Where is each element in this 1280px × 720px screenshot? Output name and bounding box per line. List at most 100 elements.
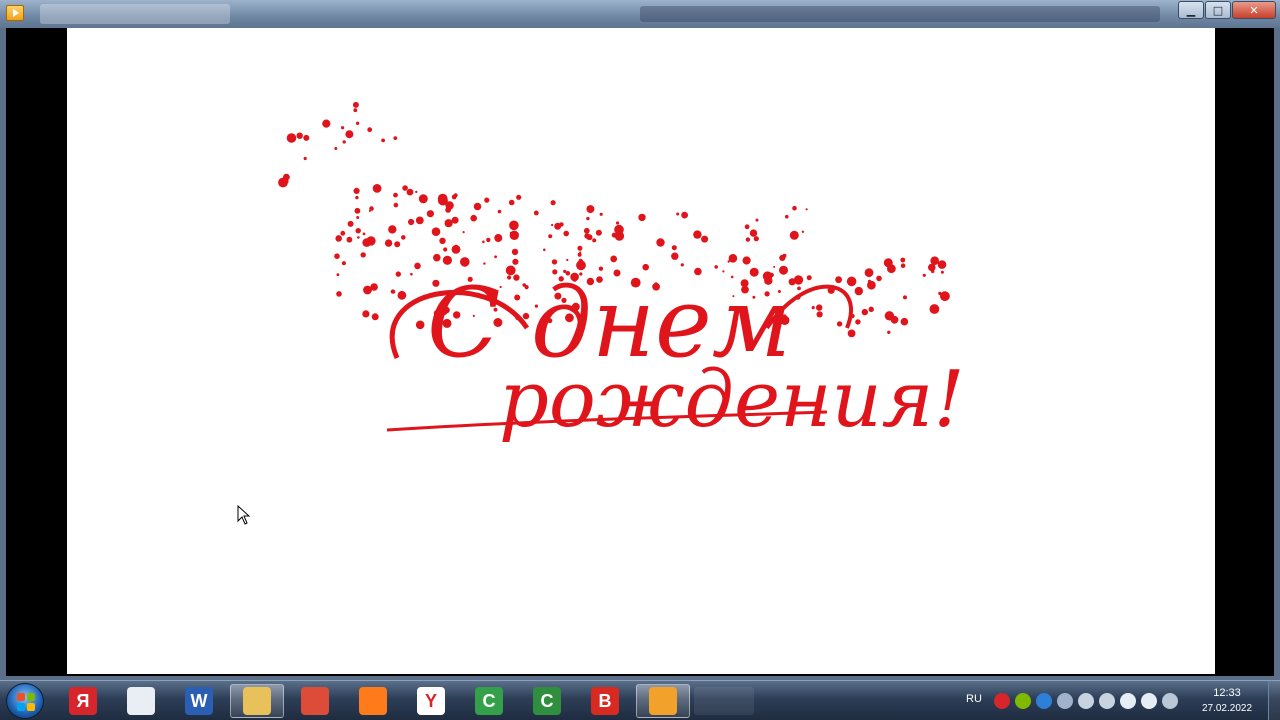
- splatter-dot: [367, 127, 373, 133]
- splatter-dot: [353, 108, 358, 113]
- splatter-dot: [347, 220, 354, 227]
- bandicam-taskbar[interactable]: B: [578, 684, 632, 718]
- media-player-icon[interactable]: [6, 5, 24, 21]
- language-indicator[interactable]: RU: [966, 693, 982, 705]
- close-button[interactable]: ✕: [1232, 1, 1276, 19]
- file-explorer-icon: [243, 687, 271, 715]
- start-button[interactable]: [6, 683, 44, 719]
- bluetooth-icon[interactable]: [1036, 693, 1052, 709]
- splatter-dot: [533, 210, 539, 216]
- camtasia-recorder-taskbar[interactable]: C: [520, 684, 574, 718]
- splatter-dot: [861, 308, 868, 316]
- splatter-dot: [883, 258, 893, 268]
- splatter-dot: [816, 311, 823, 318]
- volume-icon[interactable]: [1141, 693, 1157, 709]
- splatter-dot: [341, 261, 346, 266]
- yandex-browser-icon: Я: [69, 687, 97, 715]
- splatter-dot: [929, 304, 940, 314]
- safely-remove-icon[interactable]: [1099, 693, 1115, 709]
- maximize-button[interactable]: □: [1205, 1, 1231, 19]
- security-tray-icon[interactable]: [1015, 693, 1031, 709]
- splatter-dot: [728, 254, 738, 263]
- video-frame[interactable]: С днем рождения!: [67, 28, 1215, 674]
- splatter-dot: [789, 230, 799, 240]
- splatter-dot: [437, 193, 448, 204]
- yandex-tray-icon[interactable]: [994, 693, 1010, 709]
- chrome-taskbar[interactable]: [288, 684, 342, 718]
- splatter-dot: [616, 221, 620, 225]
- splatter-dot: [554, 222, 562, 230]
- splatter-dot: [579, 251, 582, 254]
- splatter-dot: [847, 329, 856, 338]
- yandex-taskbar[interactable]: Y: [404, 684, 458, 718]
- splatter-dot: [346, 236, 353, 243]
- splatter-dot: [511, 248, 519, 256]
- title-bar[interactable]: ▁ □ ✕: [0, 0, 1280, 28]
- splatter-dot: [671, 245, 677, 251]
- splatter-dot: [701, 235, 709, 243]
- archive-app-taskbar[interactable]: [114, 684, 168, 718]
- splatter-dot: [470, 214, 478, 222]
- splatter-dot: [443, 247, 448, 252]
- splatter-dot: [744, 224, 750, 230]
- splatter-dot: [431, 227, 441, 236]
- splatter-dot: [727, 260, 730, 263]
- splatter-dot: [390, 289, 396, 294]
- cloud-sync-icon[interactable]: [1162, 693, 1178, 709]
- birthday-greeting-artwork: С днем рождения!: [278, 101, 965, 445]
- window-title: [40, 4, 230, 24]
- splatter-dot: [742, 256, 751, 265]
- splatter-dot: [656, 238, 665, 247]
- splatter-dot: [334, 147, 338, 150]
- splatter-dot: [362, 232, 366, 236]
- camtasia-taskbar[interactable]: C: [462, 684, 516, 718]
- splatter-dot: [336, 291, 342, 297]
- splatter-dot: [360, 252, 366, 258]
- bandicam-icon: B: [591, 687, 619, 715]
- word-icon: W: [185, 687, 213, 715]
- firefox-icon: [359, 687, 387, 715]
- splatter-dot: [577, 245, 583, 251]
- video-player-area[interactable]: С днем рождения!: [6, 28, 1274, 676]
- splatter-dot: [393, 202, 399, 208]
- splatter-dot: [451, 194, 457, 200]
- archive-app-icon: [127, 687, 155, 715]
- signal-icon[interactable]: [1120, 693, 1136, 709]
- splatter-dot: [595, 229, 602, 236]
- splatter-dot: [884, 311, 895, 321]
- splatter-dot: [453, 246, 460, 254]
- splatter-dot: [357, 236, 360, 239]
- splatter-dot: [362, 310, 370, 318]
- taskbar-blank-item[interactable]: [694, 687, 754, 715]
- splatter-dot: [638, 213, 646, 222]
- splatter-dot: [855, 319, 861, 325]
- splatter-dot: [303, 134, 310, 141]
- splatter-dot: [355, 195, 359, 200]
- camtasia-recorder-icon: C: [533, 687, 561, 715]
- splatter-dot: [342, 140, 346, 144]
- splatter-dot: [592, 238, 597, 243]
- splatter-dot: [372, 184, 382, 193]
- action-center-icon[interactable]: [1078, 693, 1094, 709]
- splatter-dot: [801, 230, 805, 233]
- splatter-dot: [322, 119, 331, 128]
- yandex-browser-taskbar[interactable]: Я: [56, 684, 110, 718]
- minimize-button[interactable]: ▁: [1178, 1, 1204, 19]
- file-explorer-taskbar[interactable]: [230, 684, 284, 718]
- splatter-dot: [494, 255, 497, 259]
- splatter-dot: [340, 230, 346, 236]
- network-app-icon[interactable]: [1057, 693, 1073, 709]
- splatter-dot: [363, 285, 372, 295]
- media-player-taskbar[interactable]: [636, 684, 690, 718]
- splatter-dot: [444, 219, 453, 228]
- splatter-dot: [395, 271, 401, 277]
- splatter-dot: [509, 220, 519, 231]
- show-desktop-button[interactable]: [1268, 681, 1280, 720]
- splatter-dot: [836, 321, 843, 327]
- splatter-dot: [439, 237, 446, 244]
- splatter-dot: [402, 185, 408, 191]
- splatter-dot: [482, 240, 485, 244]
- clock[interactable]: 12:33 27.02.2022: [1194, 687, 1260, 714]
- word-taskbar[interactable]: W: [172, 684, 226, 718]
- firefox-taskbar[interactable]: [346, 684, 400, 718]
